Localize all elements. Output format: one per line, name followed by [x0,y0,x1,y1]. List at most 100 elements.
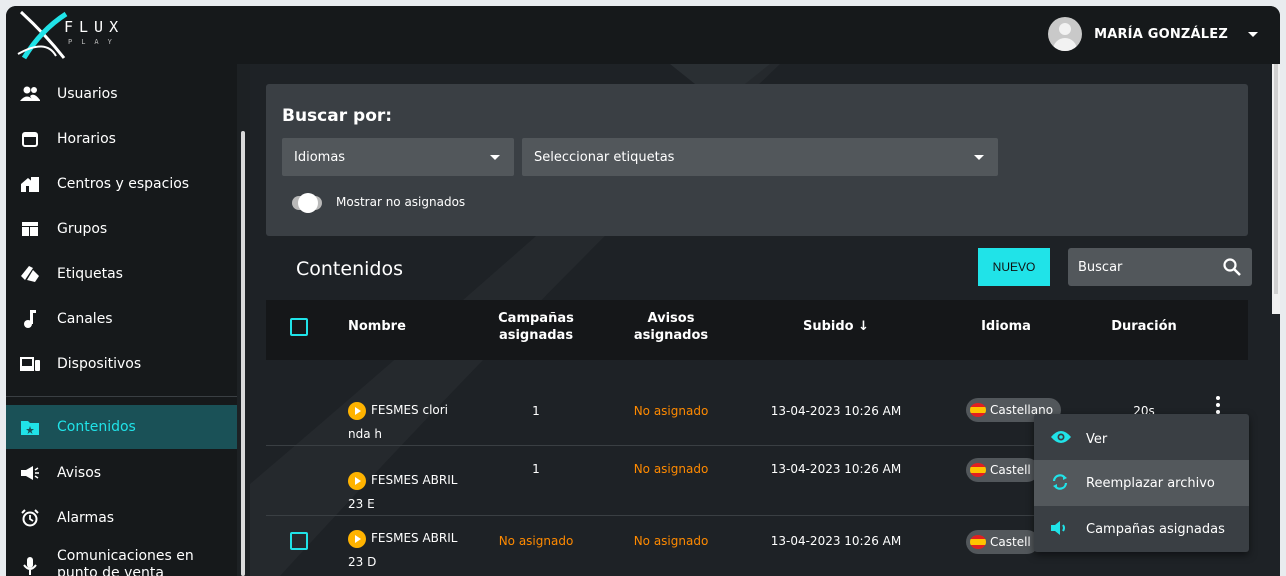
col-duration[interactable]: Duración [1104,318,1184,335]
new-content-button[interactable]: NUEVO [978,248,1050,286]
filter-title: Buscar por: [282,106,393,126]
music-note-icon [20,309,40,329]
spain-flag-icon [970,535,986,549]
col-campaigns[interactable]: Campañas asignadas [486,310,586,344]
language-badge: Castell [966,458,1039,482]
brand-subname: PLAY [68,38,121,46]
col-uploaded[interactable]: Subido ↓ [786,318,886,335]
sidebar-item-label: Horarios [57,131,116,147]
speaker-icon [1050,519,1072,539]
content-name[interactable]: FESMES clori nda h [348,398,468,446]
uploaded-cell: 13-04-2023 10:26 AM [770,462,902,476]
search-input[interactable]: Buscar [1078,260,1122,275]
chevron-down-icon[interactable] [1248,31,1258,37]
content-name-line2: nda h [348,427,382,441]
filter-panel: Buscar por: Idiomas Seleccionar etiqueta… [266,84,1248,236]
menu-item-reemplazar[interactable]: Reemplazar archivo [1034,460,1249,506]
sidebar-item-canales[interactable]: Canales [6,297,237,341]
content-name-line2: 23 E [348,497,375,511]
chevron-down-icon [974,155,984,160]
col-notices[interactable]: Avisos asignados [626,310,716,344]
sidebar-divider [6,396,237,397]
campaigns-cell: No asignado [498,534,574,548]
content-name-line2: 23 D [348,555,377,569]
menu-item-label: Campañas asignadas [1086,521,1225,537]
sidebar-item-usuarios[interactable]: Usuarios [6,72,237,116]
sidebar-item-centros[interactable]: Centros y espacios [6,162,237,206]
tags-select-value: Seleccionar etiquetas [534,150,675,165]
col-name[interactable]: Nombre [348,318,406,335]
sidebar-item-etiquetas[interactable]: Etiquetas [6,252,237,296]
play-icon[interactable] [348,401,366,420]
user-menu[interactable]: MARÍA GONZÁLEZ [1048,14,1258,54]
sidebar-item-label: Centros y espacios [57,176,190,192]
col-language[interactable]: Idioma [966,318,1046,335]
row-checkbox[interactable] [290,532,308,550]
uploaded-cell: 13-04-2023 10:26 AM [770,534,902,548]
sidebar-item-label: Dispositivos [57,356,142,372]
chevron-down-icon [490,155,500,160]
show-unassigned-label: Mostrar no asignados [336,195,466,209]
sidebar-item-label: Usuarios [57,86,118,102]
refresh-icon [1050,473,1072,493]
building-icon [20,174,40,194]
search-icon[interactable] [1222,257,1242,277]
sidebar-item-label: Comunicaciones en punto de venta [57,548,194,576]
top-bar: FLUX PLAY MARÍA GONZÁLEZ [6,6,1280,64]
campaigns-cell: 1 [532,462,540,476]
play-icon[interactable] [348,529,366,548]
row-context-menu: Ver Reemplazar archivo Campañas asignada… [1034,414,1249,552]
uploaded-cell: 13-04-2023 10:26 AM [770,404,902,418]
avatar [1048,17,1083,51]
app-window: FLUX PLAY MARÍA GONZÁLEZ Usuarios Horari… [6,6,1280,576]
sidebar-item-alarmas[interactable]: Alarmas [6,496,237,540]
spain-flag-icon [970,463,986,477]
languages-select-value: Idiomas [294,150,346,165]
sidebar-item-horarios[interactable]: Horarios [6,117,237,161]
language-label: Castell [990,463,1031,477]
flux-play-logo[interactable]: FLUX PLAY [16,10,136,60]
notices-cell: No asignado [633,534,709,548]
select-all-checkbox[interactable] [290,318,308,336]
sidebar-item-dispositivos[interactable]: Dispositivos [6,342,237,386]
sidebar-item-avisos[interactable]: Avisos [6,451,237,495]
menu-item-label: Ver [1086,431,1108,447]
tags-select[interactable]: Seleccionar etiquetas [522,138,998,176]
search-box[interactable]: Buscar [1068,248,1252,286]
grid-icon [20,219,40,239]
content-name-line1: FESMES clori [371,403,449,417]
devices-icon [20,354,40,374]
row-actions-kebab-icon[interactable] [1216,396,1222,416]
content-name[interactable]: FESMES ABRIL 23 E [348,468,468,516]
sidebar-scrollbar[interactable] [241,131,245,576]
user-name: MARÍA GONZÁLEZ [1094,26,1228,42]
tags-icon [20,264,40,284]
content-name[interactable]: FESMES ABRIL 23 D [348,526,468,574]
brand-name: FLUX [64,18,125,36]
sidebar-item-comunicaciones[interactable]: Comunicaciones en punto de venta [6,542,237,576]
sidebar-item-label: Grupos [57,221,108,237]
content-name-line1: FESMES ABRIL [371,531,458,545]
sidebar-item-contenidos[interactable]: Contenidos [6,405,237,449]
play-icon[interactable] [348,471,366,490]
content-name-line1: FESMES ABRIL [371,473,458,487]
alarm-clock-icon [20,508,40,528]
sidebar: Usuarios Horarios Centros y espacios Gru… [6,64,237,576]
languages-select[interactable]: Idiomas [282,138,514,176]
sidebar-item-grupos[interactable]: Grupos [6,207,237,251]
page-title: Contenidos [296,258,403,280]
megaphone-icon [20,463,40,483]
sidebar-item-label: Contenidos [57,419,136,435]
calendar-icon [20,129,40,149]
notices-cell: No asignado [633,462,709,476]
menu-item-ver[interactable]: Ver [1034,416,1249,462]
menu-item-campanas[interactable]: Campañas asignadas [1034,506,1249,552]
table-header: Nombre Campañas asignadas Avisos asignad… [266,300,1248,360]
notices-cell: No asignado [633,404,709,418]
spain-flag-icon [970,403,986,417]
sidebar-item-label: Alarmas [57,510,115,526]
language-badge: Castell [966,530,1039,554]
main-scrollbar[interactable] [1272,64,1280,314]
show-unassigned-toggle[interactable] [292,193,322,213]
microphone-icon [20,556,40,576]
